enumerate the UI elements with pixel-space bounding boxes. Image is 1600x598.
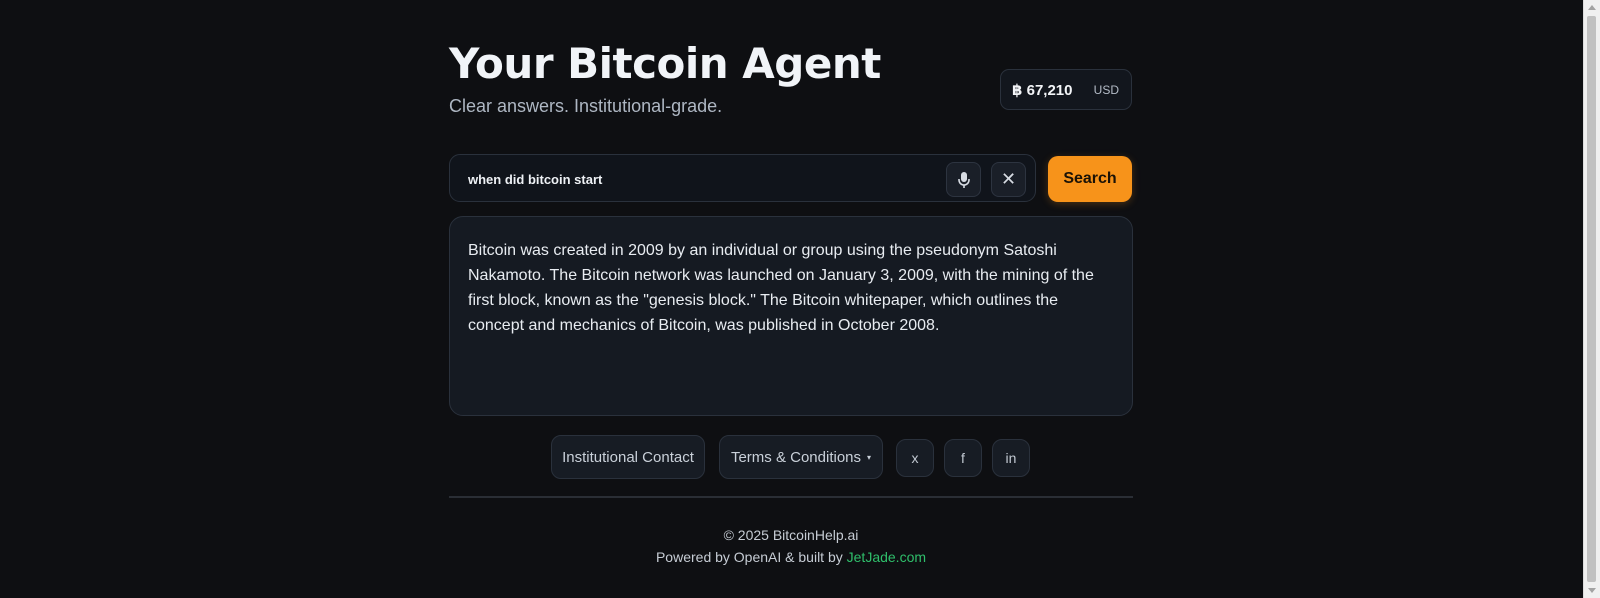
btc-price-chip: ฿ 67,210 USD bbox=[1000, 69, 1132, 110]
clear-search-button[interactable]: ✕ bbox=[991, 162, 1026, 197]
btc-price-value: ฿ 67,210 bbox=[1012, 81, 1073, 99]
page-subtitle: Clear answers. Institutional-grade. bbox=[449, 96, 723, 116]
powered-by-prefix: Powered by OpenAI & built by bbox=[655, 549, 847, 565]
search-input[interactable] bbox=[468, 168, 938, 190]
linkedin-social-link[interactable]: in bbox=[992, 439, 1030, 477]
copyright-text: © 2025 BitcoinHelp.ai bbox=[723, 527, 859, 543]
page-scrollbar[interactable] bbox=[1583, 0, 1600, 598]
microphone-icon bbox=[957, 171, 970, 188]
facebook-social-link[interactable]: f bbox=[944, 439, 982, 477]
scroll-down-arrow-icon[interactable] bbox=[1588, 588, 1596, 593]
voice-input-button[interactable] bbox=[946, 162, 981, 197]
institutional-contact-label: Institutional Contact bbox=[562, 448, 694, 466]
institutional-contact-button[interactable]: Institutional Contact bbox=[551, 435, 705, 479]
price-currency: USD bbox=[1093, 82, 1119, 97]
terms-label: Terms & Conditions bbox=[730, 448, 862, 466]
answer-panel: Bitcoin was created in 2009 by an indivi… bbox=[449, 216, 1133, 416]
page: Your Bitcoin Agent Clear answers. Instit… bbox=[0, 0, 1600, 598]
footer-divider bbox=[449, 496, 1133, 498]
chevron-down-icon: ▾ bbox=[867, 452, 872, 462]
powered-by-text: Powered by OpenAI & built by JetJade.com bbox=[449, 549, 1133, 565]
scroll-up-arrow-icon[interactable] bbox=[1588, 5, 1596, 10]
footer-links: Institutional Contact Terms & Conditions… bbox=[449, 435, 1133, 479]
jetjade-link[interactable]: JetJade.com bbox=[847, 549, 926, 565]
search-box: ✕ bbox=[449, 154, 1036, 202]
scrollbar-thumb[interactable] bbox=[1587, 16, 1596, 582]
answer-text: Bitcoin was created in 2009 by an indivi… bbox=[468, 242, 1094, 334]
terms-dropdown[interactable]: Terms & Conditions ▾ bbox=[719, 435, 883, 479]
search-button[interactable]: Search bbox=[1048, 156, 1132, 202]
close-icon: ✕ bbox=[1000, 169, 1017, 189]
page-title: Your Bitcoin Agent bbox=[449, 39, 881, 88]
x-social-link[interactable]: x bbox=[896, 439, 934, 477]
